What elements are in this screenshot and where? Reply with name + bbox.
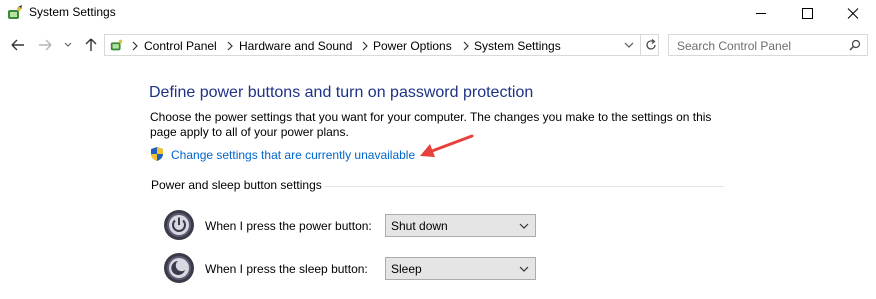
- section-divider: [325, 186, 724, 187]
- breadcrumb-power-options[interactable]: Power Options: [373, 39, 452, 53]
- breadcrumb-separator-icon: [227, 41, 233, 51]
- up-arrow-icon[interactable]: [82, 37, 100, 53]
- section-title: Power and sleep button settings: [151, 178, 322, 192]
- address-bar[interactable]: Control Panel Hardware and Sound Power O…: [104, 34, 659, 56]
- search-placeholder: Search Control Panel: [677, 39, 792, 53]
- search-icon[interactable]: [849, 39, 861, 51]
- close-icon: [847, 8, 859, 19]
- minimize-button[interactable]: [738, 0, 784, 27]
- title-bar: System Settings: [0, 0, 876, 27]
- annotation-arrow-icon: [420, 134, 474, 157]
- minimize-icon: [756, 13, 766, 14]
- breadcrumb-separator-icon: [463, 41, 469, 51]
- maximize-icon: [802, 8, 813, 19]
- close-button[interactable]: [830, 0, 876, 27]
- navigation-bar: Control Panel Hardware and Sound Power O…: [0, 31, 876, 59]
- page-title: Define power buttons and turn on passwor…: [149, 84, 534, 101]
- power-button-icon: [164, 210, 194, 240]
- uac-shield-icon: [151, 147, 163, 161]
- refresh-icon: [646, 39, 656, 50]
- window-title: System Settings: [29, 5, 116, 19]
- control-panel-power-icon: [110, 39, 123, 51]
- forward-arrow-icon[interactable]: [36, 37, 54, 53]
- chevron-down-icon: [519, 266, 529, 272]
- power-button-action-value: Shut down: [391, 219, 448, 233]
- refresh-button[interactable]: [640, 35, 659, 55]
- sleep-button-action-select[interactable]: Sleep: [385, 257, 536, 280]
- breadcrumb-system-settings[interactable]: System Settings: [474, 39, 561, 53]
- breadcrumb-separator-icon: [362, 41, 368, 51]
- maximize-button[interactable]: [784, 0, 830, 27]
- sleep-button-label: When I press the sleep button:: [205, 262, 368, 276]
- address-history-dropdown-icon[interactable]: [624, 41, 634, 49]
- change-unavailable-settings-link[interactable]: Change settings that are currently unava…: [171, 148, 415, 162]
- control-panel-power-icon: [8, 5, 22, 19]
- power-button-action-select[interactable]: Shut down: [385, 214, 536, 237]
- sleep-button-icon: [164, 253, 194, 283]
- power-button-label: When I press the power button:: [205, 219, 372, 233]
- breadcrumb-hardware-and-sound[interactable]: Hardware and Sound: [239, 39, 352, 53]
- sleep-button-action-value: Sleep: [391, 262, 422, 276]
- back-arrow-icon[interactable]: [9, 37, 27, 53]
- search-box[interactable]: Search Control Panel: [668, 34, 868, 56]
- recent-dropdown-icon[interactable]: [63, 37, 73, 53]
- breadcrumb-control-panel[interactable]: Control Panel: [144, 39, 217, 53]
- breadcrumb-separator-icon: [132, 41, 138, 51]
- chevron-down-icon: [519, 223, 529, 229]
